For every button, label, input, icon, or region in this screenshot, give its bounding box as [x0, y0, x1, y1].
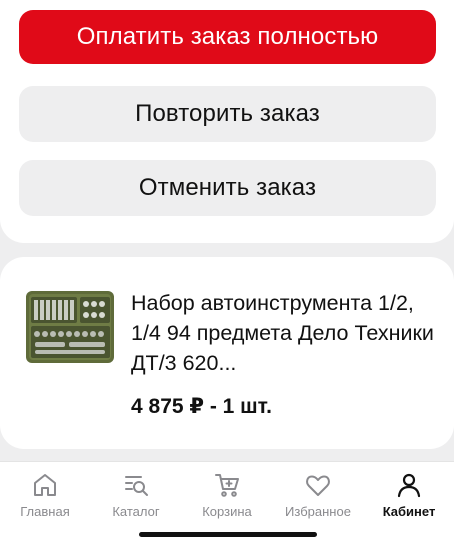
- profile-icon: [397, 473, 421, 498]
- cart-icon: [215, 474, 239, 497]
- home-indicator: [139, 532, 317, 537]
- nav-label-home: Главная: [20, 504, 70, 519]
- pay-full-button[interactable]: Оплатить заказ полностью: [19, 10, 436, 64]
- product-price-quantity: 4 875 ₽ - 1 шт.: [131, 395, 272, 418]
- nav-label-catalog: Каталог: [112, 504, 160, 519]
- order-item-card[interactable]: Набор автоинструмента 1/2, 1/4 94 предме…: [0, 257, 454, 449]
- nav-item-catalog[interactable]: Каталог: [91, 470, 181, 519]
- order-actions-card: Оплатить заказ полностью Повторить заказ…: [0, 0, 454, 243]
- nav-item-home[interactable]: Главная: [0, 470, 90, 519]
- catalog-search-icon: [125, 476, 148, 496]
- home-icon: [34, 474, 56, 496]
- repeat-order-button[interactable]: Повторить заказ: [19, 86, 436, 142]
- heart-icon: [306, 475, 330, 496]
- nav-label-favorites: Избранное: [285, 504, 351, 519]
- tool-case-image[interactable]: [25, 287, 115, 367]
- nav-item-favorites[interactable]: Избранное: [273, 470, 363, 519]
- nav-label-cart: Корзина: [202, 504, 252, 519]
- nav-item-cart[interactable]: Корзина: [182, 470, 272, 519]
- product-name[interactable]: Набор автоинструмента 1/2, 1/4 94 предме…: [131, 288, 436, 378]
- cancel-order-button[interactable]: Отменить заказ: [19, 160, 436, 216]
- nav-item-profile[interactable]: Кабинет: [364, 470, 454, 519]
- nav-label-profile: Кабинет: [382, 504, 436, 519]
